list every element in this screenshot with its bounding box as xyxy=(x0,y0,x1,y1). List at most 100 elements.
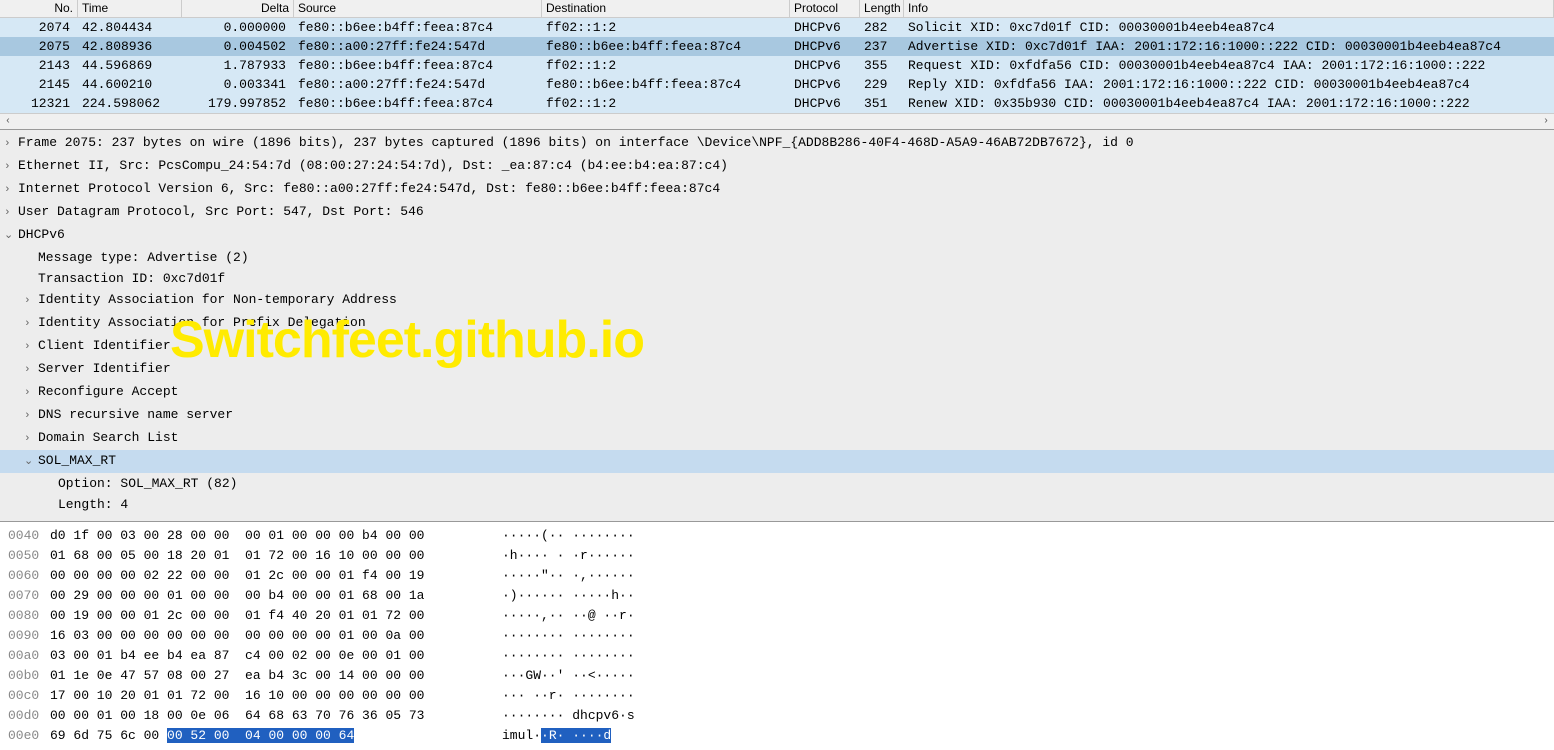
hex-bytes: 16 03 00 00 00 00 00 00 00 00 00 00 01 0… xyxy=(50,626,490,646)
packet-row[interactable]: 207442.8044340.000000fe80::b6ee:b4ff:fee… xyxy=(0,18,1554,37)
expand-icon[interactable]: › xyxy=(24,430,38,449)
scroll-right-icon[interactable]: › xyxy=(1540,116,1552,128)
tree-label: Identity Association for Non-temporary A… xyxy=(38,292,397,307)
col-header-time[interactable]: Time xyxy=(78,0,182,17)
col-header-delta[interactable]: Delta xyxy=(182,0,294,17)
hex-row[interactable]: 006000 00 00 00 02 22 00 00 01 2c 00 00 … xyxy=(0,566,1554,586)
packet-row[interactable]: 214344.5968691.787933fe80::b6ee:b4ff:fee… xyxy=(0,56,1554,75)
hex-ascii: ·h···· · ·r······ xyxy=(490,546,635,566)
packet-row[interactable]: 12321224.598062179.997852fe80::b6ee:b4ff… xyxy=(0,94,1554,113)
hex-ascii: ········ dhcpv6·s xyxy=(490,706,635,726)
tree-item[interactable]: ›Reconfigure Accept xyxy=(0,381,1554,404)
scroll-left-icon[interactable]: ‹ xyxy=(2,116,14,128)
tree-label: User Datagram Protocol, Src Port: 547, D… xyxy=(18,204,424,219)
expand-icon[interactable]: › xyxy=(24,407,38,426)
col-header-no[interactable]: No. xyxy=(0,0,78,17)
hex-row[interactable]: 00e069 6d 75 6c 00 00 52 00 04 00 00 00 … xyxy=(0,726,1554,746)
expand-icon[interactable]: › xyxy=(24,361,38,380)
hex-bytes: 00 00 01 00 18 00 0e 06 64 68 63 70 76 3… xyxy=(50,706,490,726)
tree-item[interactable]: ›Client Identifier xyxy=(0,335,1554,358)
col-header-len[interactable]: Length xyxy=(860,0,904,17)
expand-icon[interactable]: › xyxy=(24,315,38,334)
hex-ascii: ···GW··' ··<····· xyxy=(490,666,635,686)
tree-label: DHCPv6 xyxy=(18,227,65,242)
hex-ascii: ·····,·· ··@ ··r· xyxy=(490,606,635,626)
col-header-info[interactable]: Info xyxy=(904,0,1554,17)
packet-row[interactable]: 207542.8089360.004502fe80::a00:27ff:fe24… xyxy=(0,37,1554,56)
tree-label: SOL_MAX_RT xyxy=(38,453,116,468)
collapse-icon[interactable]: ⌄ xyxy=(4,227,18,246)
expand-icon[interactable]: › xyxy=(24,338,38,357)
hex-row[interactable]: 00a003 00 01 b4 ee b4 ea 87 c4 00 02 00 … xyxy=(0,646,1554,666)
tree-item[interactable]: ⌄SOL_MAX_RT xyxy=(0,450,1554,473)
tree-item[interactable]: Transaction ID: 0xc7d01f xyxy=(0,268,1554,289)
hex-row[interactable]: 008000 19 00 00 01 2c 00 00 01 f4 40 20 … xyxy=(0,606,1554,626)
hex-row[interactable]: 00b001 1e 0e 47 57 08 00 27 ea b4 3c 00 … xyxy=(0,666,1554,686)
hex-offset: 0050 xyxy=(0,546,50,566)
hex-row[interactable]: 005001 68 00 05 00 18 20 01 01 72 00 16 … xyxy=(0,546,1554,566)
tree-item[interactable]: ›Identity Association for Prefix Delegat… xyxy=(0,312,1554,335)
col-header-source[interactable]: Source xyxy=(294,0,542,17)
tree-label: Ethernet II, Src: PcsCompu_24:54:7d (08:… xyxy=(18,158,728,173)
hex-offset: 0090 xyxy=(0,626,50,646)
tree-item[interactable]: ›Identity Association for Non-temporary … xyxy=(0,289,1554,312)
tree-label: Reconfigure Accept xyxy=(38,384,178,399)
tree-item[interactable]: ›Internet Protocol Version 6, Src: fe80:… xyxy=(0,178,1554,201)
tree-label: Frame 2075: 237 bytes on wire (1896 bits… xyxy=(18,135,1134,150)
tree-item[interactable]: ›Server Identifier xyxy=(0,358,1554,381)
hex-bytes: 00 19 00 00 01 2c 00 00 01 f4 40 20 01 0… xyxy=(50,606,490,626)
hex-bytes: 00 00 00 00 02 22 00 00 01 2c 00 00 01 f… xyxy=(50,566,490,586)
tree-item[interactable]: Option: SOL_MAX_RT (82) xyxy=(0,473,1554,494)
col-header-proto[interactable]: Protocol xyxy=(790,0,860,17)
hex-offset: 00b0 xyxy=(0,666,50,686)
hex-bytes: 69 6d 75 6c 00 00 52 00 04 00 00 00 64 xyxy=(50,726,490,746)
expand-icon[interactable]: › xyxy=(4,135,18,154)
tree-item[interactable]: Length: 4 xyxy=(0,494,1554,515)
tree-label: Identity Association for Prefix Delegati… xyxy=(38,315,366,330)
expand-icon[interactable]: › xyxy=(4,181,18,200)
hex-ascii: imul··R· ····d xyxy=(490,726,611,746)
tree-item[interactable]: Message type: Advertise (2) xyxy=(0,247,1554,268)
hex-row[interactable]: 00c017 00 10 20 01 01 72 00 16 10 00 00 … xyxy=(0,686,1554,706)
col-header-dest[interactable]: Destination xyxy=(542,0,790,17)
hex-offset: 00e0 xyxy=(0,726,50,746)
hex-row[interactable]: 007000 29 00 00 00 01 00 00 00 b4 00 00 … xyxy=(0,586,1554,606)
tree-item[interactable]: ›Domain Search List xyxy=(0,427,1554,450)
expand-icon[interactable]: › xyxy=(24,292,38,311)
tree-label: DNS recursive name server xyxy=(38,407,233,422)
packet-list-pane: No. Time Delta Source Destination Protoc… xyxy=(0,0,1554,130)
hex-row[interactable]: 009016 03 00 00 00 00 00 00 00 00 00 00 … xyxy=(0,626,1554,646)
hex-ascii: ·····"·· ·,······ xyxy=(490,566,635,586)
hex-bytes: 01 1e 0e 47 57 08 00 27 ea b4 3c 00 14 0… xyxy=(50,666,490,686)
hex-ascii: ·····(·· ········ xyxy=(490,526,635,546)
hex-row[interactable]: 0040d0 1f 00 03 00 28 00 00 00 01 00 00 … xyxy=(0,526,1554,546)
tree-item[interactable]: ›DNS recursive name server xyxy=(0,404,1554,427)
tree-item[interactable]: ›Ethernet II, Src: PcsCompu_24:54:7d (08… xyxy=(0,155,1554,178)
tree-item[interactable]: ›Frame 2075: 237 bytes on wire (1896 bit… xyxy=(0,132,1554,155)
tree-label: Option: SOL_MAX_RT (82) xyxy=(58,476,237,491)
packet-details-pane: ›Frame 2075: 237 bytes on wire (1896 bit… xyxy=(0,130,1554,522)
hex-offset: 00d0 xyxy=(0,706,50,726)
hex-ascii: ········ ········ xyxy=(490,646,635,666)
hex-offset: 0040 xyxy=(0,526,50,546)
tree-label: Domain Search List xyxy=(38,430,178,445)
h-scrollbar[interactable]: ‹ › xyxy=(0,113,1554,129)
hex-ascii: ·)······ ·····h·· xyxy=(490,586,635,606)
hex-row[interactable]: 00d000 00 01 00 18 00 0e 06 64 68 63 70 … xyxy=(0,706,1554,726)
hex-bytes: 03 00 01 b4 ee b4 ea 87 c4 00 02 00 0e 0… xyxy=(50,646,490,666)
packet-row[interactable]: 214544.6002100.003341fe80::a00:27ff:fe24… xyxy=(0,75,1554,94)
collapse-icon[interactable]: ⌄ xyxy=(24,453,38,472)
expand-icon[interactable]: › xyxy=(24,384,38,403)
tree-item[interactable]: ›User Datagram Protocol, Src Port: 547, … xyxy=(0,201,1554,224)
packet-list-header: No. Time Delta Source Destination Protoc… xyxy=(0,0,1554,18)
hex-ascii: ··· ··r· ········ xyxy=(490,686,635,706)
hex-bytes: 00 29 00 00 00 01 00 00 00 b4 00 00 01 6… xyxy=(50,586,490,606)
hex-bytes: 17 00 10 20 01 01 72 00 16 10 00 00 00 0… xyxy=(50,686,490,706)
tree-label: Message type: Advertise (2) xyxy=(38,250,249,265)
expand-icon[interactable]: › xyxy=(4,158,18,177)
tree-item[interactable]: ⌄DHCPv6 xyxy=(0,224,1554,247)
hex-ascii: ········ ········ xyxy=(490,626,635,646)
expand-icon[interactable]: › xyxy=(4,204,18,223)
tree-label: Length: 4 xyxy=(58,497,128,512)
tree-label: Client Identifier xyxy=(38,338,171,353)
